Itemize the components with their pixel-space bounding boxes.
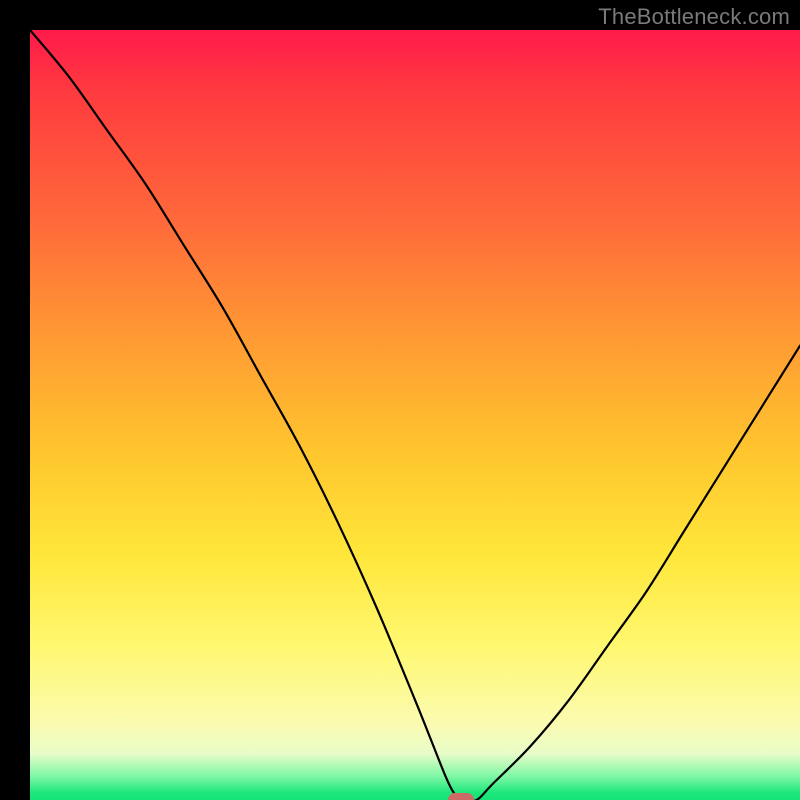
watermark-text: TheBottleneck.com bbox=[598, 4, 790, 30]
chart-container: TheBottleneck.com bbox=[0, 0, 800, 800]
optimal-marker bbox=[448, 793, 474, 800]
bottleneck-curve bbox=[30, 30, 800, 800]
curve-svg bbox=[30, 30, 800, 800]
plot-area bbox=[30, 30, 800, 800]
